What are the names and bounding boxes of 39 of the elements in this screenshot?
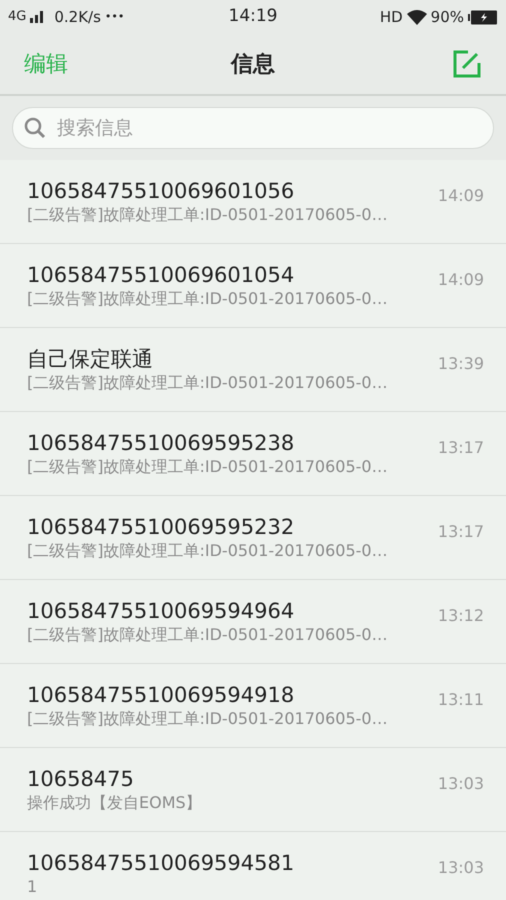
message-time: 13:03 [438,858,484,877]
message-preview: 操作成功【发自EOMS】 [27,792,203,813]
sender-name: 10658475510069594964 [27,598,296,625]
sender-name: 10658475510069594918 [27,682,296,709]
battery-percent: 90% [430,6,464,28]
edit-button[interactable]: 编辑 [24,48,84,80]
more-indicator: ••• [104,8,124,25]
network-speed: 0.2K/s [54,6,101,28]
page-title: 信息 [231,50,275,78]
message-preview: [二级告警]故障处理工单:ID-0501-20170605-0… [27,708,389,729]
message-preview: [二级告警]故障处理工单:ID-0501-20170605-0… [27,456,389,477]
message-time: 13:12 [438,606,484,625]
wifi-icon [406,10,427,24]
sender-name: 10658475510069595232 [27,514,296,541]
message-time: 13:11 [438,690,484,709]
sender-name: 10658475510069601056 [27,178,296,205]
battery-icon [468,10,498,24]
sender-name: 10658475 [27,766,135,793]
message-time: 13:03 [438,774,484,793]
message-preview: [二级告警]故障处理工单:ID-0501-20170605-0… [27,288,389,309]
search-field[interactable]: 搜索信息 [12,107,494,149]
message-time: 13:17 [438,522,484,541]
message-time: 14:09 [438,270,484,289]
message-preview: 1 [27,876,38,897]
search-icon [24,117,46,139]
message-preview: [二级告警]故障处理工单:ID-0501-20170605-0… [27,372,389,393]
clock: 14:19 [228,5,278,28]
message-time: 13:17 [438,438,484,457]
message-preview: [二级告警]故障处理工单:ID-0501-20170605-0… [27,624,389,645]
network-type: 4G [8,8,26,26]
sender-name: 自己保定联通 [27,346,154,373]
sender-name: 10658475510069601054 [27,262,296,289]
message-time: 14:09 [438,186,484,205]
sender-name: 10658475510069595238 [27,430,296,457]
message-time: 13:39 [438,354,484,373]
hd-indicator: HD [380,6,403,28]
sender-name: 10658475510069594581 [27,850,296,877]
message-preview: [二级告警]故障处理工单:ID-0501-20170605-0… [27,540,389,561]
message-preview: [二级告警]故障处理工单:ID-0501-20170605-0… [27,204,389,225]
